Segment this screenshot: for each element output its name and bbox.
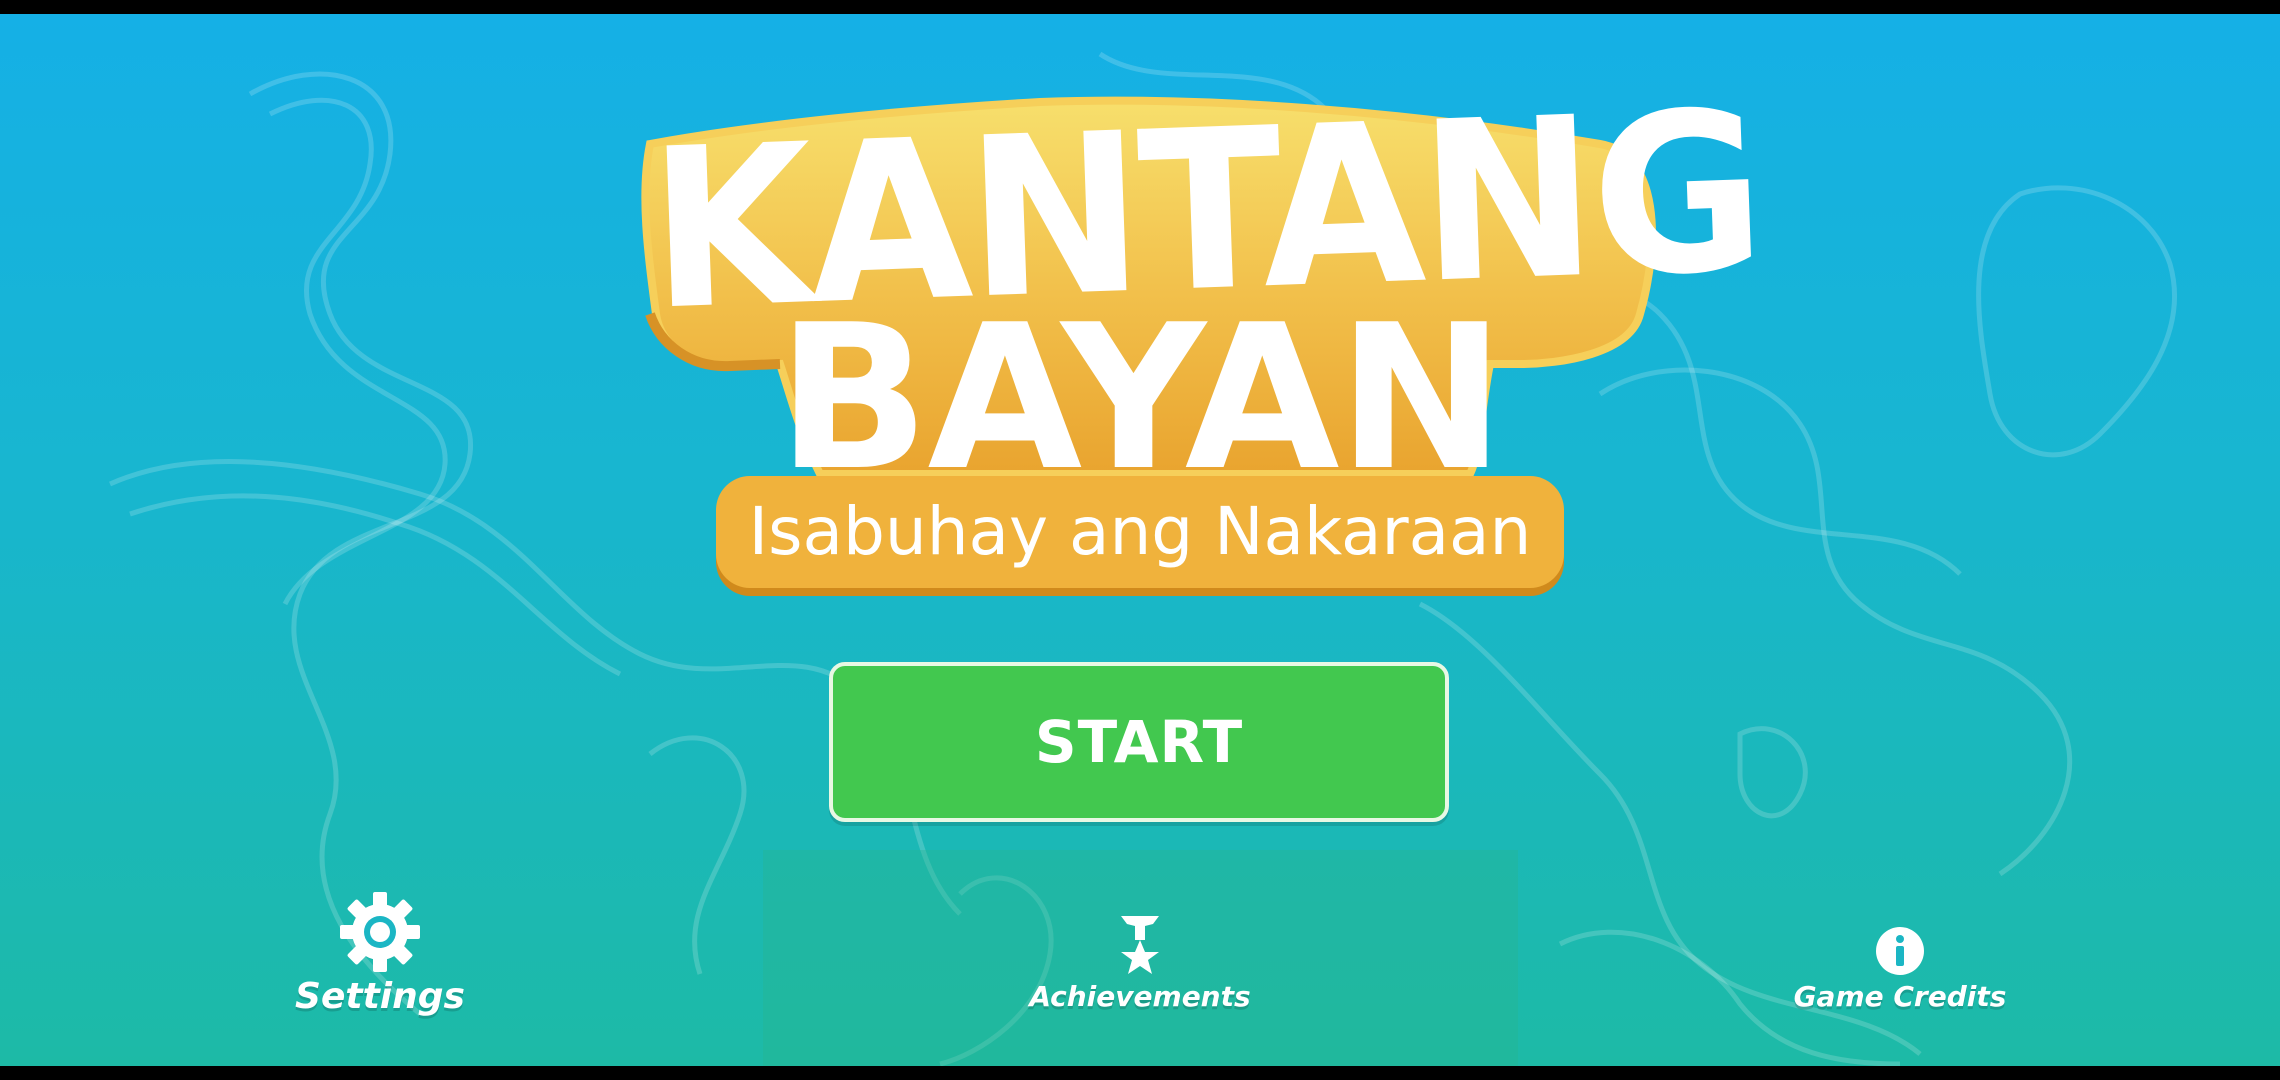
title-line-2: BAYAN (777, 282, 1505, 515)
start-button-label: START (1034, 708, 1244, 776)
settings-label: Settings (295, 976, 465, 1017)
start-button[interactable]: START (829, 662, 1449, 822)
settings-button[interactable]: Settings (290, 890, 470, 1017)
gear-icon (340, 892, 420, 972)
trophy-icon (1121, 916, 1159, 974)
game-credits-button[interactable]: Game Credits (1794, 926, 2006, 1013)
achievements-label: Achievements (1029, 980, 1251, 1013)
game-screen: KANTANG BAYAN Isabuhay ang Nakaraan STAR… (0, 14, 2280, 1066)
game-credits-label: Game Credits (1793, 980, 2007, 1013)
achievements-button[interactable]: Achievements (1029, 914, 1251, 1013)
info-icon (1876, 927, 1924, 975)
game-subtitle: Isabuhay ang Nakaraan (748, 493, 1532, 570)
